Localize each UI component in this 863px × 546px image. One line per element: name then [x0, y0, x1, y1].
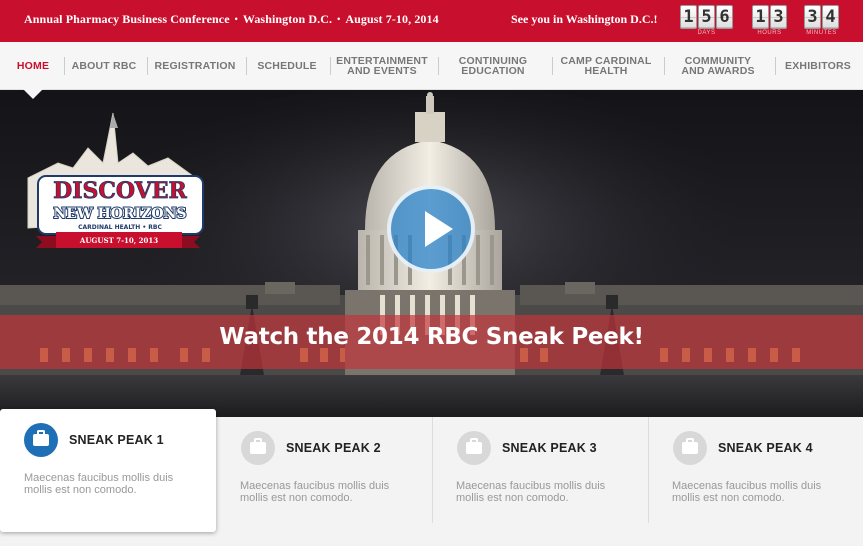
countdown-digit: 4 [822, 5, 839, 29]
logo-line1: DISCOVER [53, 178, 187, 204]
card-title: SNEAK PEAK 2 [286, 441, 381, 455]
nav-divider [438, 57, 439, 75]
nav-item-home[interactable]: HOME [10, 42, 56, 89]
countdown-minutes: 3 4 MINUTES [804, 5, 839, 37]
countdown-digit: 5 [698, 5, 715, 29]
nav-divider [775, 57, 776, 75]
countdown-digit: 1 [752, 5, 769, 29]
nav-divider [664, 57, 665, 75]
nav-item-registration[interactable]: REGISTRATION [152, 42, 238, 89]
countdown-minutes-label: MINUTES [806, 30, 837, 36]
nav-label: EXHIBITORS [785, 59, 851, 72]
nav-item-schedule[interactable]: SCHEDULE [252, 42, 322, 89]
nav-divider [147, 57, 148, 75]
card-text: Maecenas faucibus mollis duis mollis est… [456, 480, 606, 504]
logo-line2: NEW HORIZONS [54, 206, 187, 222]
sneak-peak-card[interactable]: SNEAK PEAK 3 Maecenas faucibus mollis du… [433, 417, 648, 523]
countdown-days: 1 5 6 DAYS [680, 5, 733, 37]
card-text: Maecenas faucibus mollis duis mollis est… [24, 472, 174, 496]
main-nav: HOME ABOUT RBC REGISTRATION SCHEDULE ENT… [0, 42, 863, 90]
logo-line3: CARDINAL HEALTH • RBC [78, 224, 162, 231]
countdown-days-label: DAYS [697, 30, 716, 36]
card-title: SNEAK PEAK 4 [718, 441, 813, 455]
nav-label: SCHEDULE [257, 59, 317, 72]
sneak-peak-card[interactable]: SNEAK PEAK 2 Maecenas faucibus mollis du… [216, 417, 432, 523]
nav-label-line2: HEALTH [584, 64, 628, 77]
nav-label-line2: EDUCATION [461, 64, 525, 77]
nav-item-camp-cardinal[interactable]: CAMP CARDINAL HEALTH [558, 42, 654, 89]
hero-banner: DISCOVER NEW HORIZONS CARDINAL HEALTH • … [0, 90, 863, 417]
countdown-hours-label: HOURS [757, 30, 782, 36]
card-text: Maecenas faucibus mollis duis mollis est… [240, 480, 390, 504]
card-title: SNEAK PEAK 1 [69, 433, 164, 447]
nav-divider [330, 57, 331, 75]
top-bar: Annual Pharmacy Business Conference • Wash… [0, 0, 863, 42]
nav-label-line2: AND AWARDS [681, 64, 755, 77]
card-title: SNEAK PEAK 3 [502, 441, 597, 455]
sneak-peak-card[interactable]: SNEAK PEAK 1 Maecenas faucibus mollis du… [0, 409, 216, 532]
conference-location: Washington D.C. [242, 12, 333, 26]
nav-label: HOME [16, 59, 50, 72]
nav-item-about-rbc[interactable]: ABOUT RBC [68, 42, 140, 89]
briefcase-icon [673, 431, 707, 465]
countdown-digit: 1 [680, 5, 697, 29]
briefcase-icon [24, 423, 58, 457]
countdown-hours: 1 3 HOURS [752, 5, 787, 37]
nav-item-community-awards[interactable]: COMMUNITY AND AWARDS [670, 42, 766, 89]
nav-label: REGISTRATION [154, 59, 236, 72]
play-video-button[interactable] [387, 185, 475, 273]
nav-active-pointer [23, 89, 43, 99]
countdown-digit: 3 [804, 5, 821, 29]
conference-name: Annual Pharmacy Business Conference [24, 12, 230, 26]
countdown-digit: 6 [716, 5, 733, 29]
nav-divider [64, 57, 65, 75]
briefcase-icon [457, 431, 491, 465]
conference-info: Annual Pharmacy Business Conference • Wash… [24, 12, 439, 27]
sneak-peak-card[interactable]: SNEAK PEAK 4 Maecenas faucibus mollis du… [649, 417, 863, 523]
sneak-peak-cards: SNEAK PEAK 1 Maecenas faucibus mollis du… [0, 409, 863, 546]
see-you-message: See you in Washington D.C.! [511, 12, 658, 26]
briefcase-icon [241, 431, 275, 465]
separator-dot: • [234, 14, 238, 24]
separator-dot: • [337, 14, 341, 24]
logo-ribbon: AUGUST 7-10, 2013 [79, 236, 158, 245]
nav-item-exhibitors[interactable]: EXHIBITORS [780, 42, 856, 89]
nav-label-line2: AND EVENTS [347, 64, 417, 77]
countdown-digit: 3 [770, 5, 787, 29]
card-text: Maecenas faucibus mollis duis mollis est… [672, 480, 822, 504]
hero-caption: Watch the 2014 RBC Sneak Peek! [219, 324, 644, 350]
nav-divider [246, 57, 247, 75]
conference-dates: August 7-10, 2014 [345, 12, 439, 26]
nav-divider [552, 57, 553, 75]
nav-item-entertainment[interactable]: ENTERTAINMENT AND EVENTS [334, 42, 430, 89]
discover-new-horizons-logo: DISCOVER NEW HORIZONS CARDINAL HEALTH • … [27, 112, 204, 248]
nav-item-continuing-education[interactable]: CONTINUING EDUCATION [446, 42, 540, 89]
nav-label: ABOUT RBC [71, 59, 137, 72]
